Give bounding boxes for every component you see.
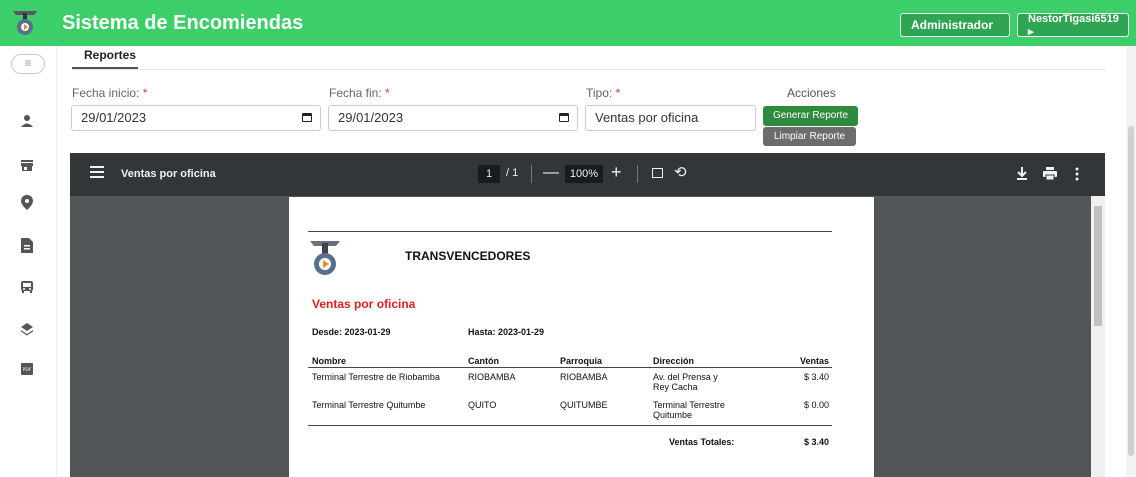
bus-icon[interactable] bbox=[16, 276, 38, 298]
print-icon[interactable] bbox=[1043, 167, 1057, 180]
header-rule bbox=[308, 231, 832, 232]
calendar-icon[interactable] bbox=[302, 113, 312, 122]
cell-direccion: Terminal Terrestre bbox=[653, 400, 725, 410]
clear-report-button[interactable]: Limpiar Reporte bbox=[763, 127, 856, 146]
more-options-icon[interactable] bbox=[1075, 167, 1079, 181]
cell-canton: QUITO bbox=[468, 400, 497, 410]
column-header-parroquia: Parroquia bbox=[560, 356, 603, 366]
fecha-fin-input[interactable]: 29/01/2023 bbox=[328, 105, 578, 131]
report-title: Ventas por oficina bbox=[312, 297, 416, 311]
toolbar-divider bbox=[637, 165, 638, 183]
pdf-document-title: Ventas por oficina bbox=[121, 168, 216, 180]
sidebar: ≡ PDF bbox=[0, 46, 57, 477]
report-hasta: Hasta: 2023-01-29 bbox=[468, 327, 545, 337]
role-button[interactable]: Administrador bbox=[900, 13, 1010, 37]
logo-icon[interactable] bbox=[12, 8, 38, 38]
top-bar: Sistema de Encomiendas Administrador Nes… bbox=[0, 0, 1136, 46]
fecha-inicio-value: 29/01/2023 bbox=[81, 110, 147, 125]
cell-ventas: $ 0.00 bbox=[803, 400, 829, 410]
pdf-scrollbar[interactable] bbox=[1091, 196, 1105, 477]
fit-page-icon[interactable] bbox=[652, 168, 663, 178]
column-header-ventas: Ventas bbox=[799, 356, 829, 366]
download-icon[interactable] bbox=[1016, 167, 1028, 181]
fecha-fin-value: 29/01/2023 bbox=[338, 110, 404, 125]
toolbar-divider bbox=[531, 165, 532, 183]
cell-parroquia: QUITUMBE bbox=[560, 400, 608, 410]
pdf-viewer: Ventas por oficina 1 / 1 — 100% + ⟲ TRAN… bbox=[70, 153, 1105, 477]
cell-direccion-line2: Rey Cacha bbox=[653, 382, 698, 392]
tab-divider bbox=[72, 69, 1106, 70]
company-name: TRANSVENCEDORES bbox=[405, 249, 531, 263]
cell-nombre: Terminal Terrestre Quitumbe bbox=[312, 400, 426, 410]
generate-report-button[interactable]: Generar Reporte bbox=[763, 106, 858, 126]
cell-ventas: $ 3.40 bbox=[803, 372, 829, 382]
zoom-out-button[interactable]: — bbox=[543, 164, 559, 182]
svg-text:PDF: PDF bbox=[23, 367, 32, 373]
person-icon[interactable] bbox=[16, 110, 38, 132]
document-icon[interactable] bbox=[16, 234, 38, 256]
page-scrollbar[interactable] bbox=[1126, 46, 1136, 477]
location-pin-icon[interactable] bbox=[16, 191, 38, 213]
page-scrollbar-thumb[interactable] bbox=[1128, 126, 1134, 456]
total-value: $ 3.40 bbox=[803, 437, 829, 447]
fecha-inicio-label: Fecha inicio: * bbox=[72, 86, 148, 100]
pdf-page: TRANSVENCEDORES Ventas por oficina Desde… bbox=[289, 197, 874, 477]
column-header-nombre: Nombre bbox=[312, 356, 347, 366]
fecha-fin-label: Fecha fin: * bbox=[329, 86, 390, 100]
pdf-icon[interactable]: PDF bbox=[16, 358, 38, 380]
company-logo-icon bbox=[310, 241, 340, 275]
total-label: Ventas Totales: bbox=[669, 437, 735, 447]
report-desde: Desde: 2023-01-29 bbox=[312, 327, 391, 337]
cell-canton: RIOBAMBA bbox=[468, 372, 516, 382]
cell-nombre: Terminal Terrestre de Riobamba bbox=[312, 372, 440, 382]
page-total: / 1 bbox=[506, 167, 519, 179]
menu-toggle-button[interactable]: ≡ bbox=[11, 54, 45, 74]
cell-direccion: Av. del Prensa y bbox=[653, 372, 718, 382]
tipo-label: Tipo: * bbox=[586, 86, 621, 100]
app-title: Sistema de Encomiendas bbox=[62, 12, 304, 34]
column-header-direccion: Dirección bbox=[653, 356, 695, 366]
layers-icon[interactable] bbox=[16, 318, 38, 340]
tipo-select[interactable]: Ventas por oficina bbox=[585, 105, 756, 131]
table-header-rule bbox=[308, 367, 832, 368]
zoom-in-button[interactable]: + bbox=[611, 162, 622, 183]
zoom-level-input[interactable]: 100% bbox=[565, 165, 603, 183]
totals-rule bbox=[308, 425, 832, 426]
tipo-value: Ventas por oficina bbox=[595, 110, 699, 125]
hamburger-menu-icon[interactable] bbox=[90, 166, 104, 178]
pdf-scrollbar-thumb[interactable] bbox=[1094, 206, 1102, 326]
page-number-input[interactable]: 1 bbox=[478, 165, 500, 183]
store-icon[interactable] bbox=[16, 154, 38, 176]
acciones-label: Acciones bbox=[787, 86, 836, 100]
tab-reportes[interactable]: Reportes bbox=[84, 48, 136, 62]
column-header-canton: Cantón bbox=[468, 356, 499, 366]
cell-parroquia: RIOBAMBA bbox=[560, 372, 608, 382]
cell-direccion-line2: Quitumbe bbox=[653, 410, 693, 420]
rotate-icon[interactable]: ⟲ bbox=[674, 163, 687, 181]
calendar-icon[interactable] bbox=[559, 113, 569, 122]
pdf-toolbar: Ventas por oficina 1 / 1 — 100% + ⟲ bbox=[70, 153, 1105, 196]
user-menu-button[interactable]: NestorTigasi6519 ▸ bbox=[1017, 13, 1129, 38]
fecha-inicio-input[interactable]: 29/01/2023 bbox=[71, 105, 321, 131]
